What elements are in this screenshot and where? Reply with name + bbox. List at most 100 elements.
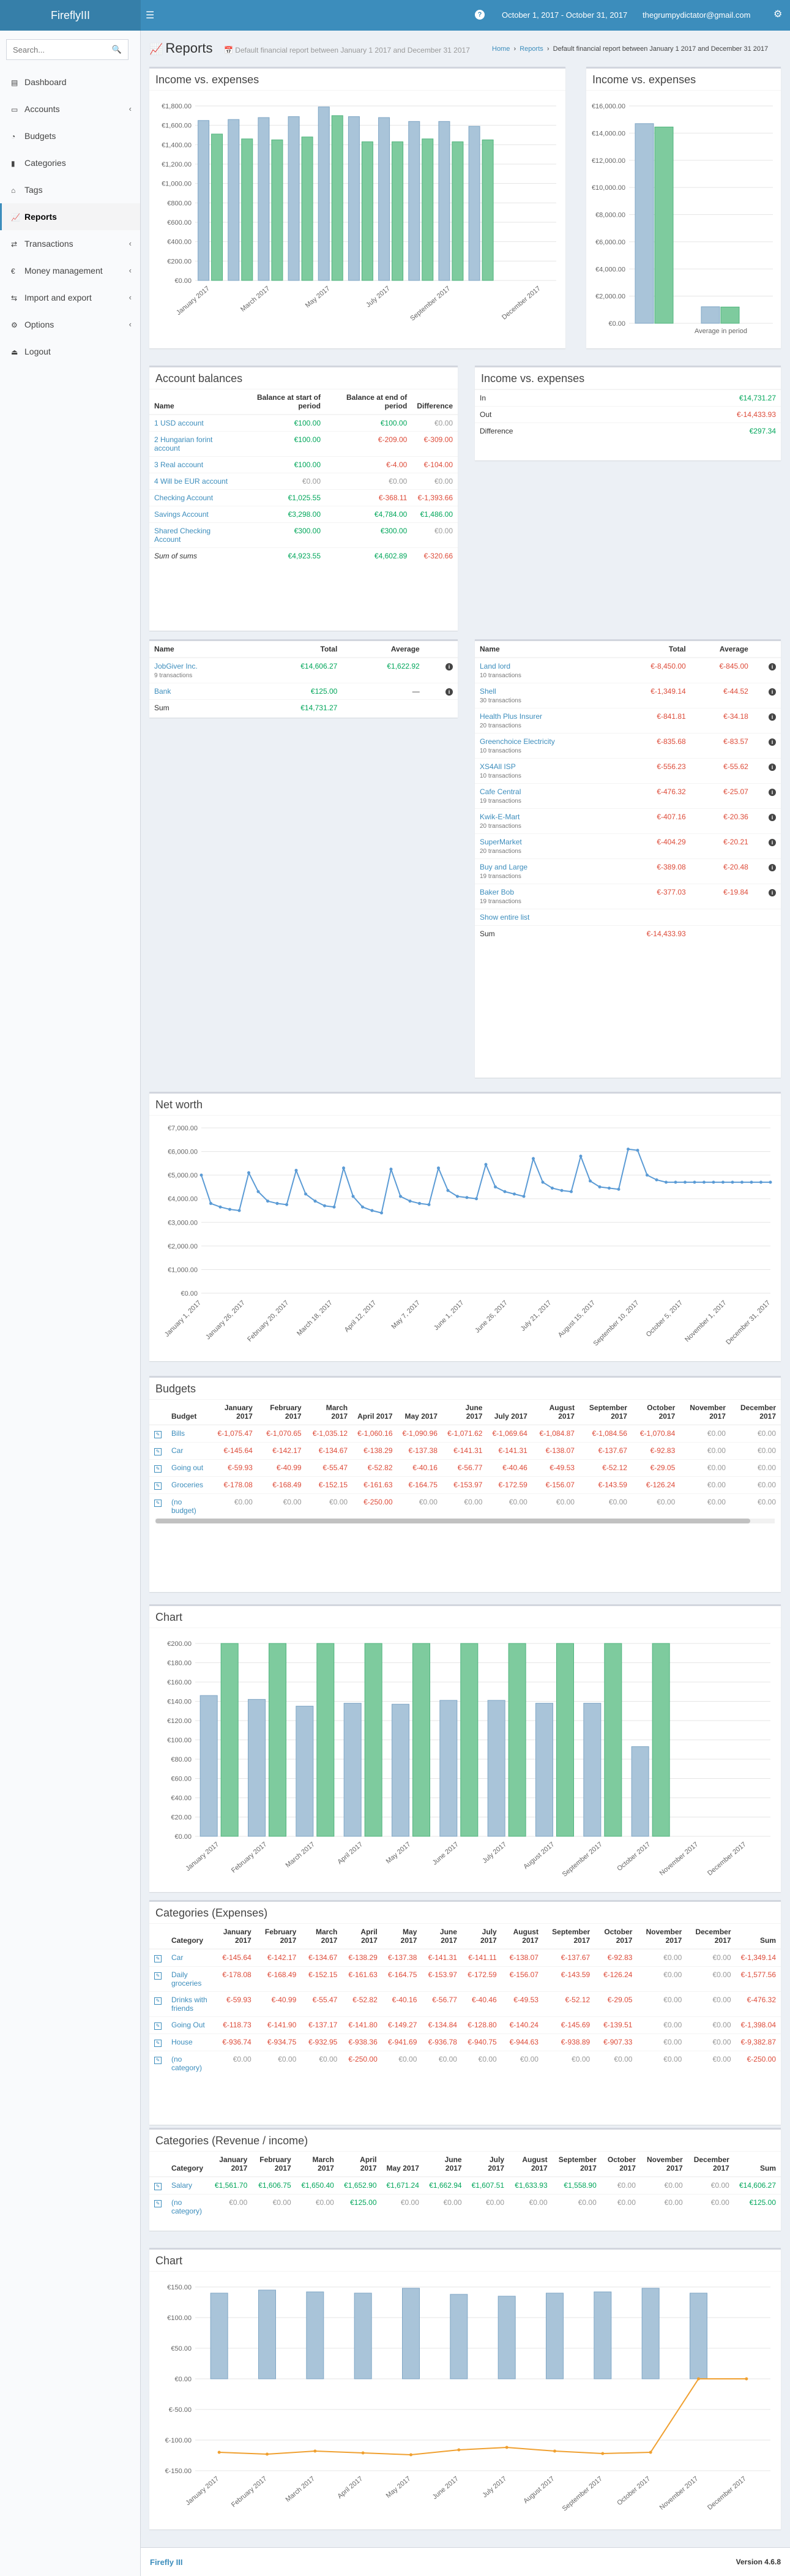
chart-bar[interactable] (392, 141, 404, 281)
chart-bar[interactable] (211, 133, 223, 281)
data-point[interactable] (361, 2451, 365, 2455)
chart-bar[interactable] (364, 1643, 382, 1837)
data-point[interactable] (513, 1192, 516, 1196)
data-point[interactable] (247, 1171, 250, 1174)
data-point[interactable] (589, 1179, 592, 1183)
data-point[interactable] (228, 1207, 231, 1211)
data-point[interactable] (332, 1205, 336, 1209)
chart-bar[interactable] (241, 138, 253, 281)
name-link[interactable]: SuperMarket (480, 838, 522, 846)
chart-bar[interactable] (318, 107, 330, 281)
data-point[interactable] (285, 1203, 288, 1206)
chart-bar[interactable] (654, 126, 674, 324)
edit-icon[interactable]: ✎ (154, 1500, 162, 1507)
chart-bar[interactable] (412, 1643, 430, 1837)
chart-bar[interactable] (331, 115, 343, 281)
breadcrumb-home[interactable]: Home (492, 45, 510, 53)
name-link[interactable]: Health Plus Insurer (480, 712, 542, 721)
chart-bar[interactable] (450, 2294, 468, 2379)
data-point[interactable] (721, 1181, 725, 1184)
name-link[interactable]: Shell (480, 687, 496, 696)
account-link[interactable]: 3 Real account (154, 460, 203, 469)
data-point[interactable] (769, 1181, 772, 1184)
name-link[interactable]: Daily groceries (171, 1970, 201, 1988)
data-point[interactable] (503, 1190, 507, 1193)
category-chart[interactable]: €-150.00 €-100.00 €-50.00 €0.00 €50.00 €100.0… (149, 2272, 781, 2529)
info-icon[interactable]: i (769, 688, 776, 696)
account-link[interactable]: 2 Hungarian forint account (154, 435, 212, 452)
edit-icon[interactable]: ✎ (154, 2022, 162, 2030)
sidebar-item-reports[interactable]: 📈 Reports (0, 203, 140, 230)
info-icon[interactable]: i (445, 663, 453, 670)
chart-bar[interactable] (301, 137, 313, 281)
chart-bar[interactable] (546, 2292, 564, 2379)
edit-icon[interactable]: ✎ (154, 2057, 162, 2064)
name-link[interactable]: Land lord (480, 662, 510, 670)
name-link[interactable]: Going Out (171, 2021, 205, 2029)
chart-bar[interactable] (228, 119, 240, 281)
info-icon[interactable]: i (769, 764, 776, 771)
sidebar-item-options[interactable]: ⚙ Options ‹ (0, 311, 140, 338)
chart-bar[interactable] (690, 2292, 707, 2379)
data-point[interactable] (522, 1195, 526, 1198)
chart-bar[interactable] (701, 306, 720, 324)
footer-link[interactable]: Firefly III (150, 2558, 182, 2567)
chart-bar[interactable] (438, 121, 450, 281)
chart-bar[interactable] (460, 1643, 479, 1837)
search-icon[interactable]: 🔍 (112, 45, 122, 54)
data-point[interactable] (712, 1181, 715, 1184)
income-vs-expenses-average-chart[interactable]: €0.00 €2,000.00 €4,000.00 €6,000.00 €8,000.0… (586, 91, 781, 348)
data-point[interactable] (649, 2450, 652, 2454)
account-link[interactable]: 1 USD account (154, 419, 204, 427)
data-point[interactable] (446, 1188, 450, 1192)
chart-bar[interactable] (210, 2292, 228, 2379)
chart-bar[interactable] (258, 117, 270, 281)
show-entire-list-link[interactable]: Show entire list (480, 913, 529, 922)
data-point[interactable] (409, 2453, 412, 2457)
chart-bar[interactable] (408, 121, 420, 281)
edit-icon[interactable]: ✎ (154, 1482, 162, 1490)
data-point[interactable] (437, 1166, 440, 1170)
name-link[interactable]: Kwik-E-Mart (480, 813, 520, 821)
chart-bar[interactable] (269, 1643, 286, 1837)
chart-bar[interactable] (220, 1643, 239, 1837)
budget-chart[interactable]: €0.00 €20.00 €40.00 €60.00 €80.00 €100.00 €120… (149, 1628, 781, 1891)
name-link[interactable]: Car (171, 1446, 183, 1455)
name-link[interactable]: (no category) (171, 2055, 202, 2072)
chart-bar[interactable] (604, 1643, 622, 1837)
edit-icon[interactable]: ✎ (154, 2183, 162, 2190)
chart-bar[interactable] (258, 2289, 276, 2379)
chart-bar[interactable] (199, 1695, 218, 1837)
data-point[interactable] (532, 1157, 535, 1160)
name-link[interactable]: (no budget) (171, 1498, 196, 1515)
chart-bar[interactable] (535, 1703, 553, 1837)
chart-bar[interactable] (452, 141, 464, 281)
chart-bar[interactable] (439, 1700, 458, 1837)
edit-icon[interactable]: ✎ (154, 1955, 162, 1962)
account-link[interactable]: 4 Will be EUR account (154, 477, 228, 486)
data-point[interactable] (456, 1195, 459, 1198)
name-link[interactable]: Salary (171, 2181, 192, 2190)
chart-bar[interactable] (354, 2292, 372, 2379)
sidebar-item-categories[interactable]: ▮ Categories (0, 149, 140, 176)
data-point[interactable] (617, 1187, 620, 1191)
data-point[interactable] (750, 1181, 753, 1184)
edit-icon[interactable]: ✎ (154, 2200, 162, 2207)
name-link[interactable]: Baker Bob (480, 888, 514, 896)
data-point[interactable] (608, 1186, 611, 1190)
info-icon[interactable]: i (769, 889, 776, 896)
info-icon[interactable]: i (769, 663, 776, 670)
data-point[interactable] (551, 1186, 554, 1190)
data-point[interactable] (484, 1163, 488, 1166)
chart-bar[interactable] (198, 120, 210, 281)
chart-bar[interactable] (631, 1746, 649, 1837)
chart-bar[interactable] (508, 1643, 526, 1837)
data-point[interactable] (655, 1178, 658, 1182)
chart-bar[interactable] (378, 117, 390, 281)
sidebar-toggle-icon[interactable]: ☰ (146, 9, 154, 21)
chart-bar[interactable] (296, 1705, 314, 1837)
data-point[interactable] (745, 2377, 748, 2381)
data-point[interactable] (457, 2448, 461, 2452)
data-point[interactable] (693, 1181, 696, 1184)
info-icon[interactable]: i (769, 864, 776, 871)
